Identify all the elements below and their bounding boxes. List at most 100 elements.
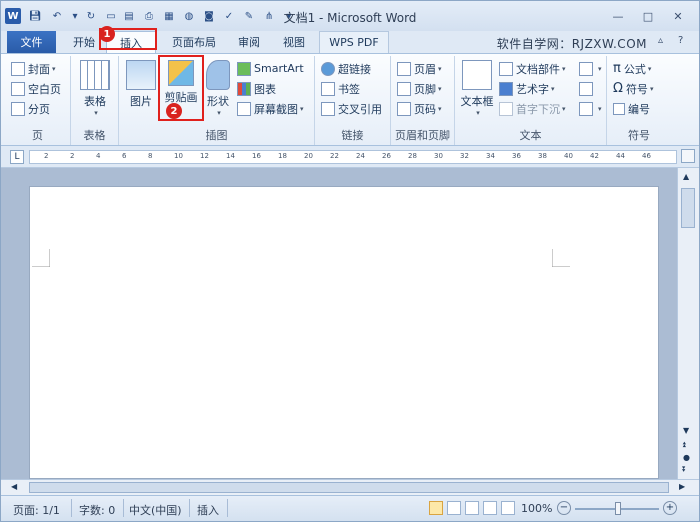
zoom-in-icon[interactable]: +	[663, 501, 677, 515]
tab-home[interactable]: 开始	[65, 31, 103, 53]
document-page[interactable]	[29, 186, 659, 479]
help-icon[interactable]: ?	[678, 35, 683, 46]
ruler-bar[interactable]: 2 2 4 6 8 10 12 14 16 18 20 22 24 26 28 30 32 34 36 38 40 42 4…	[29, 150, 677, 164]
object-button[interactable]: ▾	[579, 99, 602, 118]
language-status[interactable]: 中文(中国)	[129, 502, 182, 518]
object-icon	[579, 101, 593, 116]
prev-page-icon[interactable]: ⏫︎	[682, 440, 686, 450]
tab-page-layout[interactable]: 页面布局	[163, 31, 225, 53]
table-button[interactable]: 表格 ▾	[77, 60, 113, 117]
picture-button[interactable]: 图片	[123, 60, 159, 109]
signature-line-button[interactable]: ▾	[579, 59, 602, 78]
cross-reference-label: 交叉引用	[338, 102, 382, 116]
ribbon-minimize-icon[interactable]: ▵	[658, 35, 663, 46]
tab-wps-pdf[interactable]: WPS PDF	[319, 31, 389, 53]
bookmark-button[interactable]: 书签	[321, 79, 360, 98]
cross-reference-icon	[321, 101, 335, 116]
hscroll-thumb[interactable]	[29, 482, 669, 493]
screenshot-button[interactable]: 屏幕截图 ▾	[237, 99, 304, 118]
symbol-button[interactable]: Ω 符号 ▾	[613, 79, 653, 98]
equation-button[interactable]: π 公式 ▾	[613, 59, 651, 78]
signature-line-icon	[579, 61, 593, 76]
zoom-out-icon[interactable]: −	[557, 501, 571, 515]
outline-view-icon[interactable]	[483, 501, 497, 515]
hyperlink-button[interactable]: 超链接	[321, 59, 371, 78]
cover-page-button[interactable]: 封面 ▾	[11, 59, 56, 78]
chart-label: 图表	[254, 82, 276, 96]
tab-review[interactable]: 审阅	[231, 31, 267, 53]
numbering-button[interactable]: 编号	[613, 99, 650, 118]
horizontal-scrollbar[interactable]: ◀ ▶	[1, 479, 699, 495]
ruler-tick-label: 38	[538, 152, 547, 160]
zoom-level[interactable]: 100%	[521, 502, 552, 515]
ruler-tick-label: 40	[564, 152, 573, 160]
shapes-button[interactable]: 形状 ▾	[203, 60, 233, 117]
vertical-scrollbar[interactable]: ▲ ▼ ⏫︎ ● ⏬︎	[677, 168, 699, 479]
next-page-icon[interactable]: ⏬︎	[682, 465, 686, 475]
cross-reference-button[interactable]: 交叉引用	[321, 99, 382, 118]
tab-file[interactable]: 文件	[7, 31, 56, 53]
page-break-button[interactable]: 分页	[11, 99, 50, 118]
page-break-label: 分页	[28, 102, 50, 116]
group-label-tables: 表格	[83, 129, 106, 142]
cover-page-icon	[11, 61, 25, 76]
ruler-tick-label: 16	[252, 152, 261, 160]
scroll-down-icon[interactable]: ▼	[683, 426, 689, 435]
header-button[interactable]: 页眉 ▾	[397, 59, 442, 78]
ruler-tick-label: 46	[642, 152, 651, 160]
drop-cap-button[interactable]: 首字下沉 ▾	[499, 99, 566, 118]
quick-parts-button[interactable]: 文档部件 ▾	[499, 59, 566, 78]
minimize-button[interactable]: —	[605, 7, 631, 25]
zoom-slider-thumb[interactable]	[615, 502, 621, 515]
full-screen-reading-icon[interactable]	[447, 501, 461, 515]
smartart-button[interactable]: SmartArt	[237, 59, 304, 78]
textbox-button[interactable]: 文本框 ▾	[459, 60, 495, 117]
chart-button[interactable]: 图表	[237, 79, 276, 98]
horizontal-ruler: L 2 2 4 6 8 10 12 14 16 18 20 22 24 26 28 30 32 34 36 38 40 4…	[1, 146, 699, 168]
page-number-button[interactable]: 页码 ▾	[397, 99, 442, 118]
ruler-tick-label: 2	[70, 152, 75, 160]
page-number-label: 页码	[414, 102, 436, 116]
vscroll-thumb[interactable]	[681, 188, 695, 228]
hyperlink-label: 超链接	[338, 62, 371, 76]
pi-icon: π	[613, 61, 621, 76]
ruler-tick-label: 2	[44, 152, 49, 160]
maximize-button[interactable]: □	[635, 7, 661, 25]
tab-view[interactable]: 视图	[276, 31, 312, 53]
scroll-up-icon[interactable]: ▲	[683, 172, 689, 181]
close-button[interactable]: ✕	[665, 7, 691, 25]
page-count[interactable]: 页面: 1/1	[13, 502, 60, 518]
textbox-icon	[462, 60, 492, 90]
scroll-right-icon[interactable]: ▶	[679, 482, 685, 491]
group-header-footer: 页眉 ▾ 页脚 ▾ 页码 ▾ 页眉和页脚	[391, 56, 455, 145]
date-time-button[interactable]	[579, 79, 596, 98]
ruler-tick-label: 22	[330, 152, 339, 160]
wordart-button[interactable]: 艺术字 ▾	[499, 79, 555, 98]
blank-page-button[interactable]: 空白页	[11, 79, 61, 98]
browse-object-icon[interactable]: ●	[683, 453, 690, 462]
bookmark-label: 书签	[338, 82, 360, 96]
wordart-label: 艺术字	[516, 82, 549, 96]
view-ruler-icon[interactable]	[681, 149, 695, 163]
site-brand: 软件自学网：RJZXW.COM	[496, 37, 647, 51]
ruler-tick-label: 18	[278, 152, 287, 160]
group-label-illustrations: 插图	[205, 129, 228, 142]
web-layout-icon[interactable]	[465, 501, 479, 515]
draft-view-icon[interactable]	[501, 501, 515, 515]
group-text: 文本框 ▾ 文档部件 ▾ 艺术字 ▾ 首字下沉 ▾ ▾ ▾ 文本	[455, 56, 607, 145]
smartart-icon	[237, 61, 251, 76]
print-layout-icon[interactable]	[429, 501, 443, 515]
tab-selector[interactable]: L	[10, 150, 24, 164]
insert-mode[interactable]: 插入	[197, 502, 219, 518]
chart-icon	[237, 81, 251, 96]
scroll-left-icon[interactable]: ◀	[11, 482, 17, 491]
drop-cap-icon	[499, 101, 513, 116]
footer-button[interactable]: 页脚 ▾	[397, 79, 442, 98]
group-pages: 封面 ▾ 空白页 分页 页	[5, 56, 71, 145]
ruler-tick-label: 24	[356, 152, 365, 160]
bookmark-icon	[321, 81, 335, 96]
header-label: 页眉	[414, 62, 436, 76]
numbering-label: 编号	[628, 102, 650, 116]
word-count[interactable]: 字数: 0	[79, 502, 115, 518]
group-label-links: 链接	[341, 129, 364, 142]
